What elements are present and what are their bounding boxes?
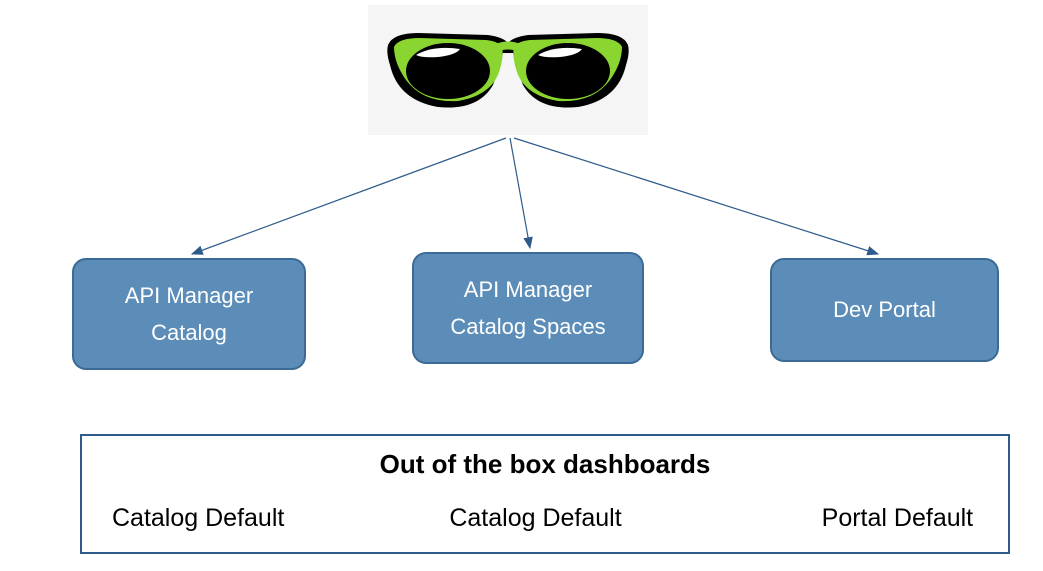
sunglasses-icon xyxy=(378,15,638,125)
dashboards-title: Out of the box dashboards xyxy=(82,449,1008,480)
node-line1: Dev Portal xyxy=(833,291,936,328)
node-line1: API Manager xyxy=(125,277,253,314)
dashboards-columns: Catalog Default Catalog Default Portal D… xyxy=(82,504,1008,533)
node-api-manager-catalog-spaces: API Manager Catalog Spaces xyxy=(412,252,644,364)
dashboard-col-2: Catalog Default xyxy=(449,504,621,533)
dashboard-col-3: Portal Default xyxy=(822,504,973,533)
sunglasses-image xyxy=(368,5,648,135)
node-line1: API Manager xyxy=(464,271,592,308)
node-line2: Catalog Spaces xyxy=(450,308,605,345)
dashboard-col-1: Catalog Default xyxy=(112,504,284,533)
node-api-manager-catalog: API Manager Catalog xyxy=(72,258,306,370)
node-line2: Catalog xyxy=(151,314,227,351)
node-dev-portal: Dev Portal xyxy=(770,258,999,362)
dashboards-box: Out of the box dashboards Catalog Defaul… xyxy=(80,434,1010,554)
